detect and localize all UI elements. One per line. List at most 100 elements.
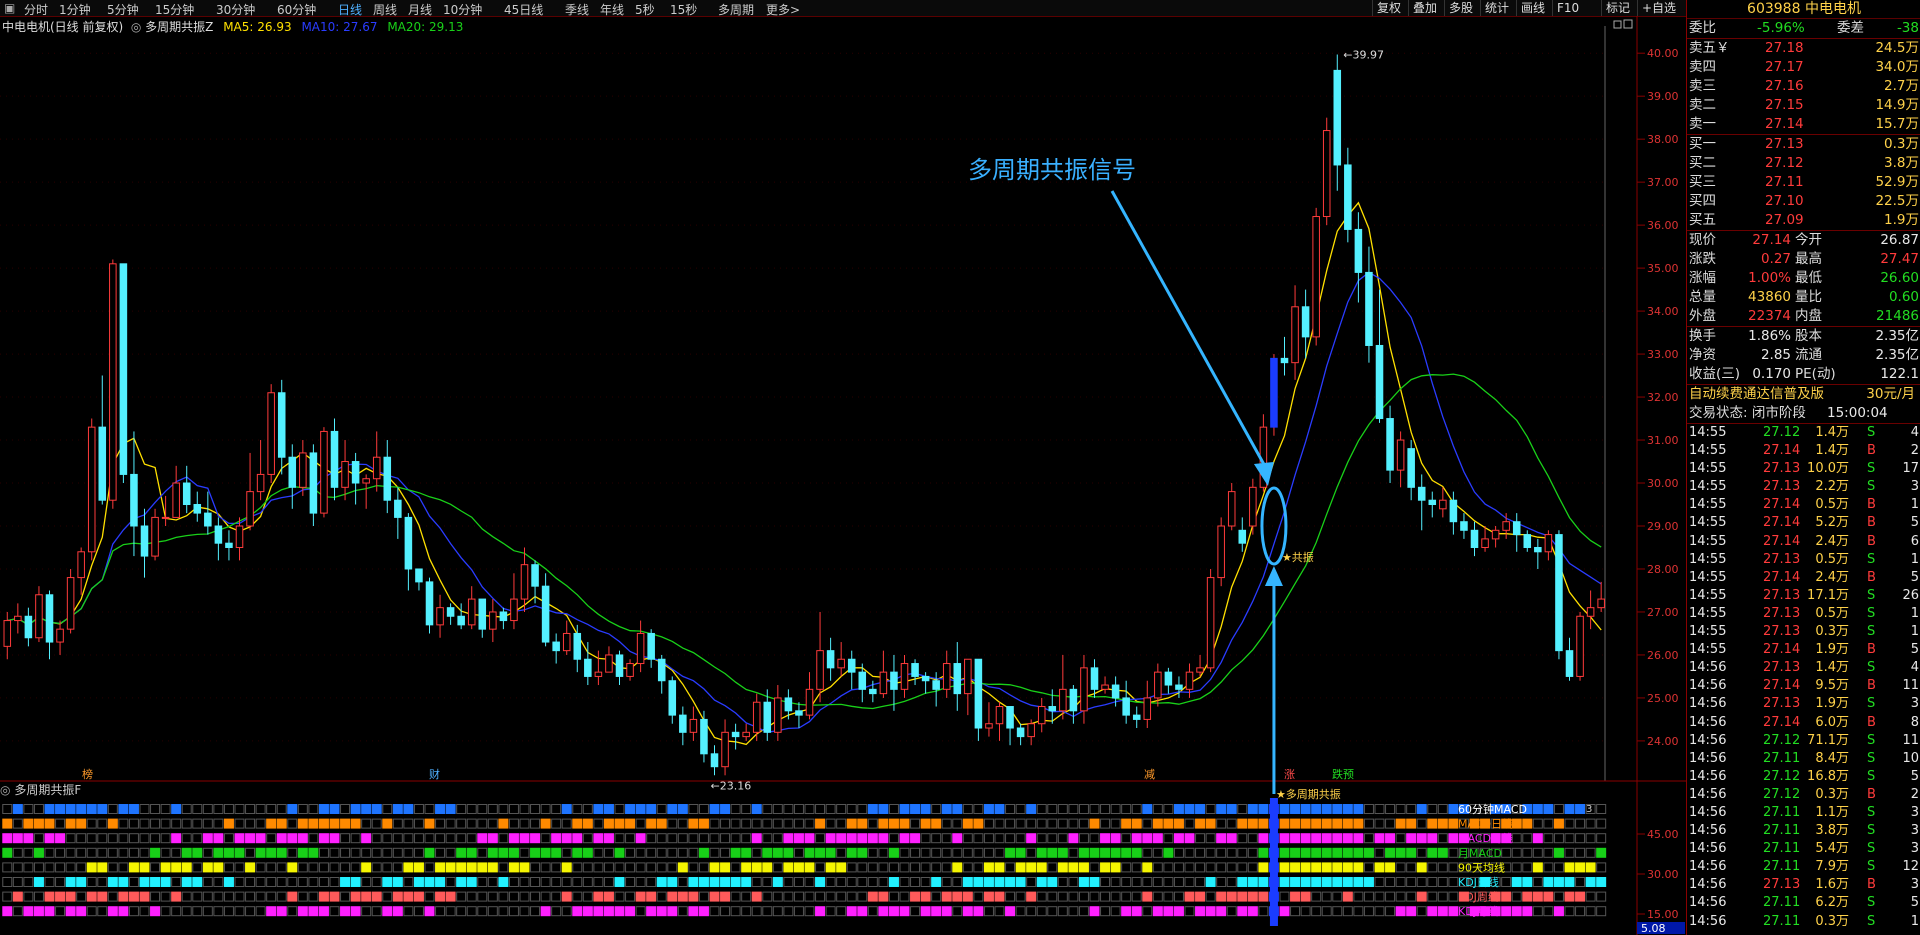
candle-body[interactable] [320,430,328,514]
toolbar-button[interactable]: F10 [1552,0,1602,16]
event-marker[interactable]: 跌预 [1332,767,1354,781]
candle-body[interactable] [3,620,12,647]
candle-body[interactable] [1027,723,1035,738]
candle-body[interactable] [1407,448,1415,488]
candle-body[interactable] [24,615,33,639]
candle-body[interactable] [351,461,360,484]
candle-body[interactable] [573,632,582,660]
candle-body[interactable] [1386,418,1394,471]
candle-body[interactable] [425,581,434,626]
candle-body[interactable] [193,504,202,514]
candle-body[interactable] [1196,667,1204,673]
candle-body[interactable] [1333,69,1342,166]
candle-body[interactable] [1006,706,1014,729]
candle-body[interactable] [1523,534,1532,548]
candle-body[interactable] [605,654,613,673]
candle-body[interactable] [457,615,465,626]
candle-body[interactable] [1206,577,1215,669]
candle-body[interactable] [362,478,370,484]
candle-body[interactable] [66,577,75,630]
candle-body[interactable] [1090,667,1099,690]
candle-body[interactable] [1175,684,1183,690]
candle-body[interactable] [594,671,603,677]
candle-body[interactable] [372,456,381,480]
candle-body[interactable] [499,611,508,622]
candle-body[interactable] [130,473,138,527]
candle-body[interactable] [1481,538,1489,548]
candle-body[interactable] [995,706,1004,725]
candle-body[interactable] [235,525,244,548]
candle-body[interactable] [140,525,149,557]
candle-body[interactable] [826,650,835,669]
candle-body[interactable] [1460,521,1468,531]
candle-body[interactable] [1249,486,1257,527]
candle-body[interactable] [246,491,254,527]
candle-body[interactable] [489,611,497,630]
candle-body[interactable] [1491,529,1500,540]
candle-body[interactable] [1101,684,1109,690]
candle-body[interactable] [1280,357,1289,364]
candle-body[interactable] [1597,598,1605,609]
candle-body[interactable] [1555,534,1563,652]
candle-body[interactable] [752,701,761,733]
candle-body[interactable] [1069,688,1078,712]
candle-body[interactable] [837,658,845,669]
pane-shrink-icon[interactable] [1613,20,1622,29]
candle-body[interactable] [1576,615,1584,677]
candle-body[interactable] [932,680,940,690]
candle-body[interactable] [890,671,898,690]
candle-body[interactable] [383,456,392,501]
candle-body[interactable] [1534,546,1542,553]
candle-body[interactable] [56,628,64,643]
candle-body[interactable] [1080,667,1088,712]
candle-body[interactable] [562,632,571,652]
candle-body[interactable] [1227,491,1236,527]
candle-body[interactable] [87,426,96,553]
candle-body[interactable] [721,731,729,768]
candle-body[interactable] [404,516,413,570]
candle-body[interactable] [742,731,750,738]
candle-body[interactable] [1344,164,1352,230]
candle-body[interactable] [204,512,212,527]
candle-body[interactable] [1122,697,1130,716]
candle-body[interactable] [1586,607,1595,617]
candle-body[interactable] [1312,216,1320,338]
lower-indicator-icon[interactable]: ◎ [0,783,10,797]
candle-body[interactable] [1143,697,1152,720]
candle-body[interactable] [541,585,550,643]
candle-body[interactable] [679,714,687,733]
candle-body[interactable] [763,701,772,733]
event-marker[interactable]: 涨 [1284,768,1295,781]
tick-list[interactable]: 14:55 27.12 1.4万 S 4 14:55 27.14 1.4万 B 2 14:55 27.… [1687,424,1920,931]
candle-body[interactable] [784,697,793,712]
candle-body[interactable] [446,607,455,617]
candlestick-chart[interactable]: 40.0039.0038.0037.0036.0035.0034.0033.00… [0,16,1686,935]
candle-body[interactable] [1238,529,1247,544]
candle-body[interactable] [615,654,624,677]
candle-body[interactable] [636,632,645,665]
toolbar-button[interactable]: +自选 [1637,0,1687,16]
toolbar-button[interactable]: 复权 [1372,0,1409,16]
candle-body[interactable] [394,499,402,518]
candle-body[interactable] [1217,525,1225,579]
candle-body[interactable] [1417,486,1426,501]
candle-body[interactable] [1301,306,1310,338]
candle-body[interactable] [1291,306,1299,364]
candle-body[interactable] [1154,671,1162,699]
candle-body[interactable] [900,663,909,690]
candle-body[interactable] [1322,130,1331,218]
toolbar-button[interactable]: 统计 [1480,0,1517,16]
event-marker[interactable]: 财 [429,767,440,781]
candle-body[interactable] [436,607,444,626]
promo-text[interactable]: 自动续费通达信普及版 [1689,385,1824,404]
candle-body[interactable] [299,452,307,488]
candle-body[interactable] [921,675,930,682]
candle-body[interactable] [805,688,814,716]
candle-body[interactable] [911,663,919,677]
candle-body[interactable] [214,525,223,544]
candle-body[interactable] [415,568,423,583]
candle-body[interactable] [267,392,275,475]
candle-body[interactable] [1375,344,1384,420]
candle-body[interactable] [1512,521,1521,536]
candle-body[interactable] [288,456,297,488]
